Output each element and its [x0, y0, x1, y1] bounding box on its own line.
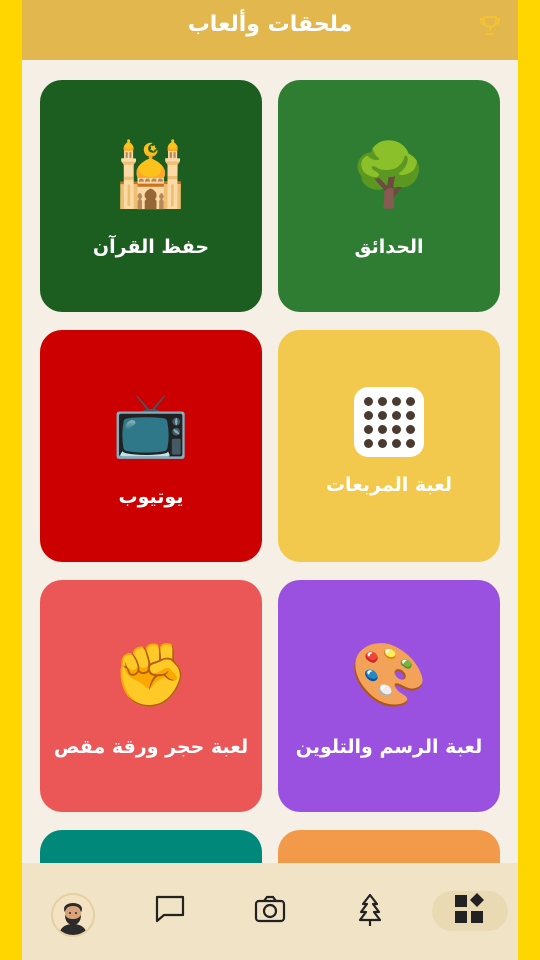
dots-grid-icon: [354, 387, 424, 457]
tile-quran-memorization[interactable]: 🕌 حفظ القرآن: [40, 80, 262, 312]
tile-youtube[interactable]: 📺 يوتيوب: [40, 330, 262, 562]
tile-label: لعبة المربعات: [325, 474, 453, 496]
palette-icon: 🎨: [350, 638, 428, 711]
mosque-icon: 🕌: [112, 138, 190, 211]
tree-icon[interactable]: [348, 887, 392, 931]
tile-label: يوتيوب: [118, 486, 184, 508]
page-title: ملحقات وألعاب: [187, 12, 353, 37]
camera-icon[interactable]: [248, 887, 292, 931]
tile-label: لعبة الرسم والتلوين: [295, 736, 483, 758]
tile-label: حفظ القرآن: [92, 236, 210, 258]
header-bar: ملحقات وألعاب: [22, 0, 518, 60]
apps-icon[interactable]: [448, 887, 492, 931]
app-frame: ملحقات وألعاب 🌳 الحدائق 🕌 حفظ القرآن لعب…: [22, 0, 518, 960]
television-icon: 📺: [112, 388, 190, 461]
tile-gardens[interactable]: 🌳 الحدائق: [278, 80, 500, 312]
tile-rock-paper-scissors[interactable]: ✊ لعبة حجر ورقة مقص: [40, 580, 262, 812]
trophy-icon[interactable]: [478, 14, 502, 38]
chat-icon[interactable]: [148, 887, 192, 931]
tile-squares-game[interactable]: لعبة المربعات: [278, 330, 500, 562]
tile-drawing-coloring[interactable]: 🎨 لعبة الرسم والتلوين: [278, 580, 500, 812]
tree-icon: 🌳: [350, 138, 428, 211]
bottom-navigation: [22, 863, 518, 960]
avatar[interactable]: [51, 893, 95, 937]
tile-label: لعبة حجر ورقة مقص: [53, 736, 249, 758]
raised-fist-icon: ✊: [112, 638, 190, 711]
tile-label: الحدائق: [354, 236, 424, 258]
